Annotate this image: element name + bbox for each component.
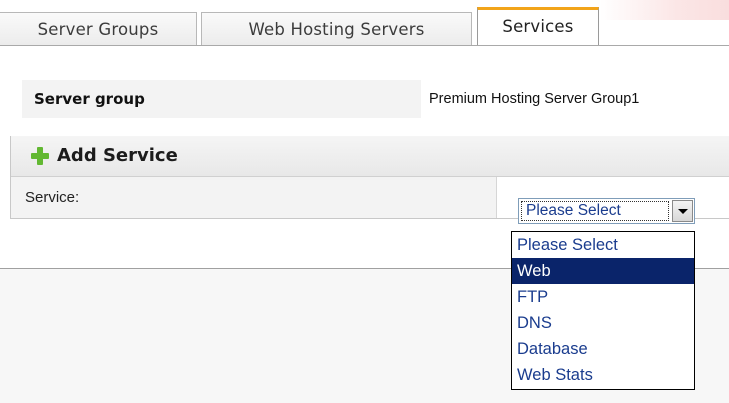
tab-bar-decoration xyxy=(600,0,729,20)
tab-bar: Server Groups Web Hosting Servers Servic… xyxy=(0,0,729,47)
service-select[interactable]: Please Select xyxy=(518,198,695,224)
add-service-header[interactable]: Add Service xyxy=(11,136,729,177)
service-label: Service: xyxy=(11,177,497,218)
add-service-title: Add Service xyxy=(57,145,178,166)
tab-web-hosting-servers[interactable]: Web Hosting Servers xyxy=(201,12,472,45)
option-dns[interactable]: DNS xyxy=(512,310,694,336)
service-select-value: Please Select xyxy=(521,201,669,221)
tab-server-groups[interactable]: Server Groups xyxy=(0,12,197,45)
option-database[interactable]: Database xyxy=(512,336,694,362)
chevron-down-icon xyxy=(678,209,688,214)
option-ftp[interactable]: FTP xyxy=(512,284,694,310)
option-please-select[interactable]: Please Select xyxy=(512,232,694,258)
server-group-row: Server group Premium Hosting Server Grou… xyxy=(22,80,729,118)
tab-services[interactable]: Services xyxy=(477,7,599,47)
service-dropdown-list[interactable]: Please Select Web FTP DNS Database Web S… xyxy=(511,231,695,390)
server-group-label: Server group xyxy=(22,80,421,118)
plus-icon xyxy=(31,147,49,165)
server-group-value: Premium Hosting Server Group1 xyxy=(425,80,729,118)
option-web-stats[interactable]: Web Stats xyxy=(512,362,694,388)
option-web[interactable]: Web xyxy=(512,258,694,284)
dropdown-button[interactable] xyxy=(672,200,693,222)
